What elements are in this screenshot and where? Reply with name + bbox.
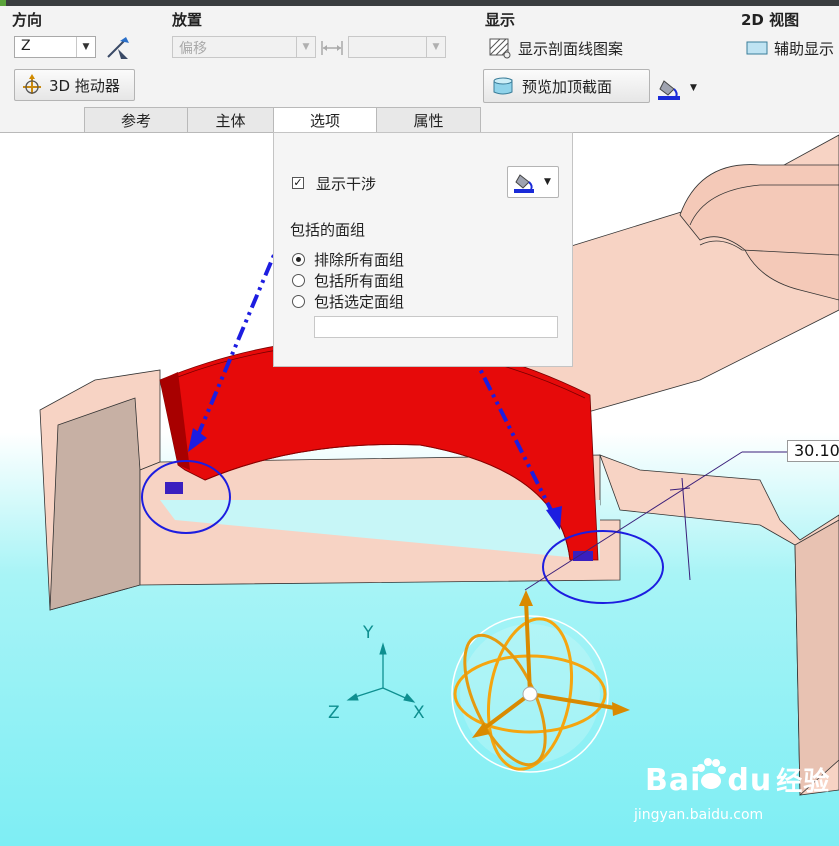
view2d-group-title: 2D 视图 [741, 11, 800, 29]
offset-distance-icon [320, 37, 344, 59]
chevron-down-icon: ▼ [426, 37, 445, 57]
radio-include-selected-quilts[interactable] [292, 295, 305, 308]
radio-exclude-all-label: 排除所有面组 [314, 251, 405, 269]
paw-icon [697, 758, 726, 789]
tab-options-label: 选项 [309, 112, 340, 130]
chevron-down-icon: ▼ [296, 37, 315, 57]
3d-dragger-label: 3D 拖动器 [49, 76, 120, 95]
axis-x-label: X [413, 703, 425, 723]
watermark-brand-mid: du [727, 763, 773, 798]
diagonal-arrows-icon [107, 37, 129, 59]
direction-group-title: 方向 [12, 11, 43, 29]
color-select-button[interactable]: ▼ [656, 74, 706, 102]
tab-references[interactable]: 参考 [84, 107, 188, 132]
chevron-down-icon: ▼ [544, 177, 551, 187]
coordinate-triad [346, 642, 416, 703]
interference-marker-right [573, 551, 593, 561]
interference-marker-left [165, 482, 183, 494]
show-hatch-button[interactable]: 显示剖面线图案 [488, 36, 658, 60]
aux-display-icon [746, 41, 768, 55]
flip-direction-button[interactable] [104, 34, 134, 62]
tab-properties[interactable]: 属性 [376, 107, 481, 132]
show-hatch-label: 显示剖面线图案 [518, 39, 624, 58]
tab-body[interactable]: 主体 [187, 107, 274, 132]
placement-type-value: 偏移 [179, 41, 207, 57]
options-panel: ✓ 显示干涉 ▼ 包括的面组 排除所有面组 包括所有面组 包括选定面组 [273, 132, 573, 367]
direction-axis-select[interactable]: Z ▼ [14, 36, 96, 58]
chevron-down-icon: ▼ [76, 37, 95, 57]
capped-section-icon [493, 77, 513, 95]
chevron-down-icon: ▼ [690, 83, 697, 93]
tab-body-label: 主体 [215, 111, 246, 130]
3d-dragger-gizmo [451, 590, 630, 773]
preview-capped-section-label: 预览加顶截面 [522, 77, 613, 96]
included-quilts-title: 包括的面组 [290, 221, 366, 239]
direction-axis-value: Z [21, 38, 31, 54]
hatch-pattern-icon [489, 38, 511, 59]
paint-bucket-icon [514, 174, 534, 193]
preview-capped-section-button[interactable]: 预览加顶截面 [483, 69, 650, 103]
radio-include-all-label: 包括所有面组 [314, 272, 405, 290]
placement-type-select[interactable]: 偏移 ▼ [172, 36, 316, 58]
3d-dragger-button[interactable]: 3D 拖动器 [14, 69, 135, 101]
offset-value-field[interactable]: ▼ [348, 36, 446, 58]
dimension-value-label[interactable]: 30.10 [787, 440, 839, 462]
axis-y-label: Y [363, 623, 374, 643]
watermark-logo: Bai du 经验 [645, 761, 830, 798]
placement-group-title: 放置 [172, 11, 203, 29]
radio-exclude-all-quilts[interactable] [292, 253, 305, 266]
aux-display-button[interactable]: 辅助显示 [746, 36, 839, 60]
display-group-title: 显示 [485, 11, 516, 29]
interference-color-button[interactable]: ▼ [507, 166, 559, 198]
watermark-url: jingyan.baidu.com [634, 807, 764, 823]
quilt-collector-field[interactable] [314, 316, 558, 338]
tab-properties-label: 属性 [413, 111, 444, 130]
axis-z-label: Z [328, 703, 340, 723]
3d-dragger-icon [23, 74, 41, 94]
radio-include-selected-label: 包括选定面组 [314, 293, 405, 311]
show-interference-checkbox[interactable]: ✓ [292, 177, 304, 189]
tab-options[interactable]: 选项 [273, 107, 377, 133]
show-interference-label: 显示干涉 [316, 175, 377, 193]
tab-references-label: 参考 [120, 111, 151, 130]
aux-display-label: 辅助显示 [774, 39, 835, 58]
paint-bucket-icon [658, 80, 680, 100]
watermark-brand-cn: 经验 [776, 767, 831, 797]
radio-include-all-quilts[interactable] [292, 274, 305, 287]
